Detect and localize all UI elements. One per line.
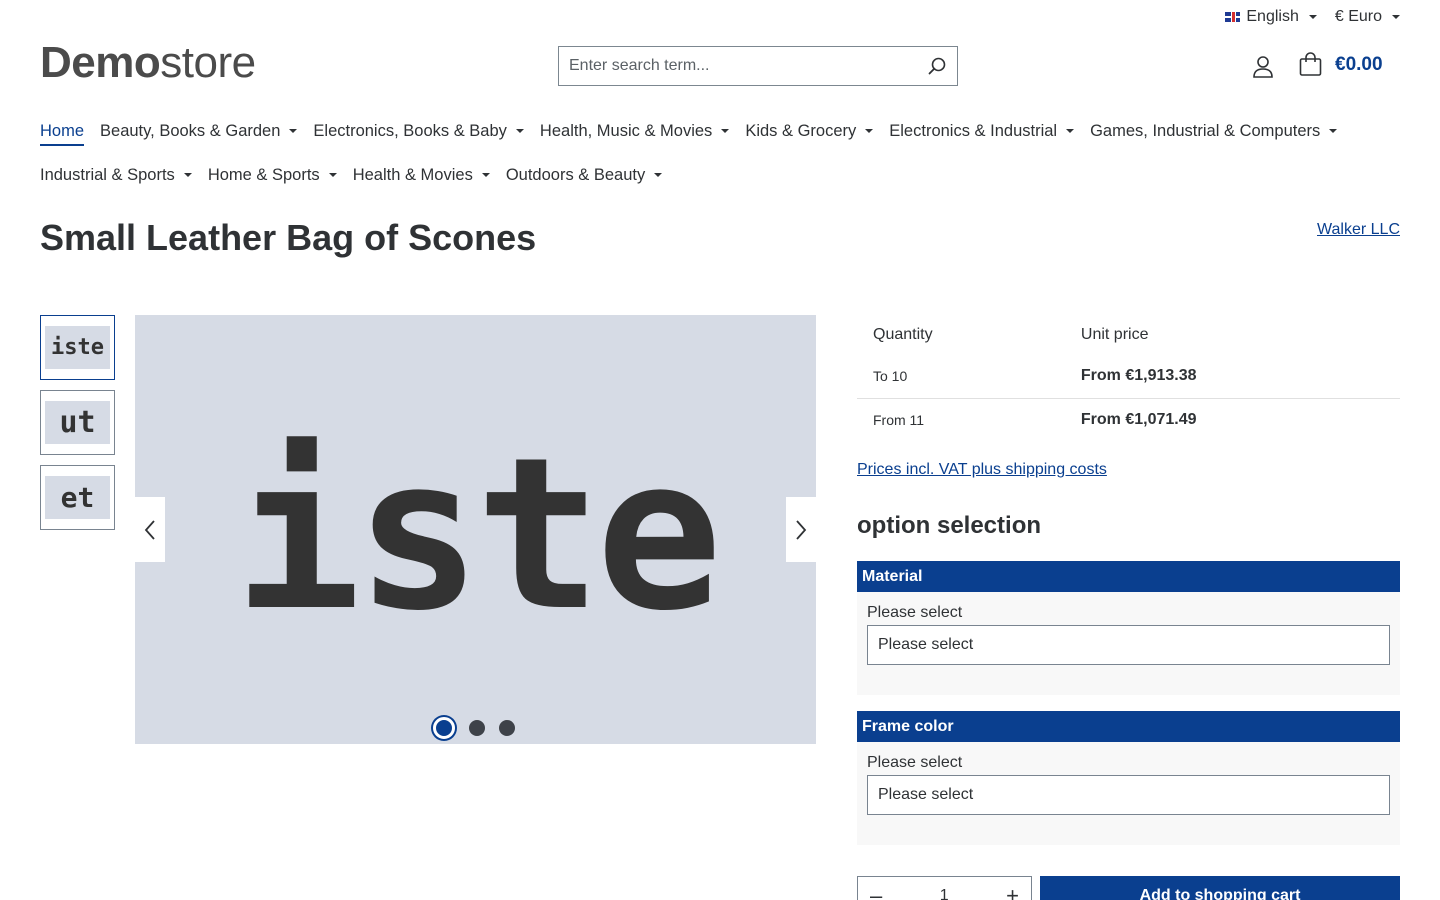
price-row-price: From €1,071.49	[1080, 410, 1197, 428]
nav-label: Health, Music & Movies	[539, 121, 713, 140]
nav-item-electronics-industrial[interactable]: Electronics & Industrial	[889, 120, 1075, 142]
main-navigation: Home Beauty, Books & Garden Electronics,…	[40, 120, 1410, 186]
chevron-down-icon	[865, 129, 874, 133]
search-bar	[558, 46, 958, 86]
search-input[interactable]	[559, 47, 917, 85]
nav-label: Outdoors & Beauty	[505, 165, 646, 184]
nav-item-health-movies[interactable]: Health & Movies	[353, 164, 490, 186]
price-row-quantity: From 11	[873, 411, 925, 428]
thumbnail-2[interactable]: ut	[40, 390, 115, 455]
nav-item-home[interactable]: Home	[40, 120, 85, 146]
gallery-next-button[interactable]	[786, 497, 816, 562]
nav-item-home-sports[interactable]: Home & Sports	[208, 164, 337, 186]
option-selection-heading: option selection	[857, 512, 1042, 539]
thumbnail-image: et	[45, 476, 110, 519]
gallery-dots	[433, 717, 515, 739]
nav-label: Electronics & Industrial	[889, 121, 1058, 140]
option-group-title: Material	[857, 561, 1400, 592]
nav-item-kids-grocery[interactable]: Kids & Grocery	[745, 120, 874, 142]
chevron-down-icon	[183, 173, 192, 177]
thumbnail-image: ut	[45, 401, 110, 444]
quantity-stepper: – 1 +	[857, 876, 1032, 900]
gallery-dot-1[interactable]	[433, 717, 455, 739]
nav-item-games-industrial-computers[interactable]: Games, Industrial & Computers	[1090, 120, 1338, 142]
chevron-down-icon	[289, 129, 298, 133]
topbar: English € Euro	[1225, 8, 1400, 26]
gallery-dot-3[interactable]	[499, 720, 515, 736]
price-row: From 11 From €1,071.49	[857, 398, 1400, 441]
store-logo[interactable]: Demostore	[40, 38, 256, 88]
price-table: Quantity Unit price To 10 From €1,913.38…	[857, 315, 1400, 441]
search-icon	[928, 57, 946, 75]
unit-price-header: Unit price	[1080, 326, 1149, 343]
language-dropdown[interactable]: English	[1225, 8, 1317, 26]
cart-button[interactable]: €0.00	[1298, 52, 1383, 77]
nav-item-beauty-books-garden[interactable]: Beauty, Books & Garden	[100, 120, 298, 142]
option-group-title: Frame color	[857, 711, 1400, 742]
currency-label: € Euro	[1334, 8, 1382, 25]
account-button[interactable]	[1250, 54, 1276, 80]
chevron-down-icon	[515, 129, 524, 133]
nav-item-outdoors-beauty[interactable]: Outdoors & Beauty	[505, 164, 663, 186]
manufacturer-link[interactable]: Walker LLC	[1317, 221, 1400, 239]
increase-quantity-button[interactable]: +	[1006, 883, 1019, 900]
frame-color-select[interactable]: Please select	[867, 775, 1390, 815]
nav-item-health-music-movies[interactable]: Health, Music & Movies	[539, 120, 730, 142]
nav-label: Beauty, Books & Garden	[100, 121, 281, 140]
chevron-down-icon	[1308, 15, 1317, 19]
currency-dropdown[interactable]: € Euro	[1335, 8, 1400, 26]
buy-box: Quantity Unit price To 10 From €1,913.38…	[857, 315, 1400, 540]
option-label: Please select	[867, 754, 963, 771]
material-select[interactable]: Please select	[867, 625, 1390, 665]
nav-item-industrial-sports[interactable]: Industrial & Sports	[40, 164, 192, 186]
chevron-down-icon	[721, 129, 730, 133]
cart-total: €0.00	[1335, 53, 1383, 75]
chevron-down-icon	[654, 173, 663, 177]
logo-light: store	[160, 38, 256, 87]
thumbnail-3[interactable]: et	[40, 465, 115, 530]
product-title: Small Leather Bag of Scones	[40, 217, 537, 258]
thumbnail-image: iste	[45, 326, 110, 369]
add-to-cart-button[interactable]: Add to shopping cart	[1040, 876, 1400, 900]
chevron-down-icon	[328, 173, 337, 177]
search-button[interactable]	[917, 47, 957, 85]
nav-label: Home	[40, 121, 85, 140]
user-icon	[1253, 56, 1273, 78]
price-row-price: From €1,913.38	[1064, 355, 1400, 399]
decrease-quantity-button[interactable]: –	[870, 883, 882, 900]
nav-label: Home & Sports	[207, 165, 320, 184]
chevron-right-icon	[796, 519, 807, 540]
shopping-bag-icon	[1299, 52, 1322, 76]
thumbnail-1[interactable]: iste	[40, 315, 115, 380]
option-label: Please select	[867, 604, 963, 621]
nav-label: Health & Movies	[352, 165, 473, 184]
option-group-material: Material Please select Please select	[857, 561, 1400, 695]
product-image-text: iste	[234, 412, 723, 657]
nav-label: Kids & Grocery	[745, 121, 857, 140]
chevron-down-icon	[481, 173, 490, 177]
nav-label: Games, Industrial & Computers	[1090, 121, 1321, 140]
chevron-down-icon	[1329, 129, 1338, 133]
nav-item-electronics-books-baby[interactable]: Electronics, Books & Baby	[313, 120, 524, 142]
chevron-down-icon	[1066, 129, 1075, 133]
price-row: To 10 From €1,913.38	[857, 355, 1400, 399]
price-row-quantity: To 10	[857, 355, 1065, 399]
vat-shipping-link[interactable]: Prices incl. VAT plus shipping costs	[857, 461, 1400, 479]
option-group-frame-color: Frame color Please select Please select	[857, 711, 1400, 845]
quantity-header: Quantity	[873, 326, 933, 343]
logo-bold: Demo	[40, 38, 161, 87]
gallery-dot-2[interactable]	[469, 720, 485, 736]
quantity-value[interactable]: 1	[940, 887, 949, 900]
product-image[interactable]: iste	[135, 315, 816, 744]
language-label: English	[1246, 8, 1299, 25]
gallery-prev-button[interactable]	[135, 497, 165, 562]
uk-flag-icon	[1225, 12, 1241, 22]
chevron-left-icon	[144, 519, 155, 540]
nav-label: Electronics, Books & Baby	[313, 121, 507, 140]
nav-label: Industrial & Sports	[40, 165, 175, 184]
chevron-down-icon	[1392, 15, 1400, 19]
